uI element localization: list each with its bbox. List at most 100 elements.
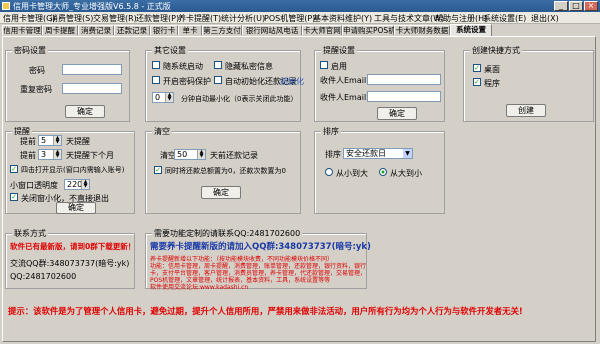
tab-card-manage[interactable]: 信用卡管理	[2, 25, 42, 35]
clear-group: 清空 清空 50 ▲ ▼ 天前还款记录 ✓ 同时将还款总额置为0，还款次数置为0 确…	[145, 126, 301, 214]
close-minimize-checkbox[interactable]: ✓	[10, 193, 18, 201]
remind-next-prefix: 提前	[20, 151, 36, 160]
remind-next-value: 3	[41, 150, 47, 159]
transparency-label: 小窗口透明度	[10, 181, 58, 190]
remind-confirm-button[interactable]: 确定	[56, 202, 96, 214]
menu-help[interactable]: 帮助与注册(H)	[435, 13, 487, 24]
forum-link[interactable]: 软件使用交流论坛:www.kadashi.cn	[150, 282, 248, 291]
tab-system-settings[interactable]: 系统设置	[450, 24, 492, 36]
password-label: 密码	[29, 66, 45, 75]
tab-strip: 信用卡管理 周卡提醒 消费记录 还款记录 银行卡 单卡 第三方支付 银行网站风电…	[2, 24, 598, 36]
reminder-enable-checkbox[interactable]	[320, 61, 328, 69]
chevron-down-icon[interactable]: ▼	[403, 149, 412, 158]
transparency-value: 220	[67, 180, 83, 189]
spinner-arrows-icon[interactable]: ▲ ▼	[53, 150, 61, 159]
shortcut-group-title: 创建快捷方式	[470, 45, 522, 56]
sort-asc-radio[interactable]	[325, 168, 333, 176]
menu-remind[interactable]: 养卡提醒(T)	[178, 13, 221, 24]
password-protect-checkbox[interactable]	[152, 76, 160, 84]
clear-group-title: 清空	[152, 126, 172, 137]
tab-weekly-remind[interactable]: 周卡提醒	[42, 25, 78, 35]
hide-privacy-label: 隐藏私密信息	[225, 62, 273, 71]
auto-minimize-spinner[interactable]: 0 ▲ ▼	[152, 92, 174, 103]
reset-total-label: 同时将还款总额置为0，还款次数置为0	[165, 167, 286, 175]
menu-settings[interactable]: 系统设置(E)	[483, 13, 526, 24]
sort-asc-label: 从小到大	[336, 169, 368, 178]
program-checkbox[interactable]: ✓	[473, 78, 481, 86]
menu-exit[interactable]: 退出(X)	[531, 13, 559, 24]
auto-record-checkbox[interactable]	[214, 76, 222, 84]
email2-input[interactable]	[367, 91, 441, 102]
custom-feature-group: 需要功能定制的请联系QQ:2481702600 需要养卡提醒新版的请加入QQ群:…	[145, 228, 371, 291]
show-window-checkbox[interactable]: ✓	[10, 165, 18, 173]
repeat-password-input[interactable]	[62, 83, 122, 94]
shortcut-group: 创建快捷方式 ✓ 桌面 ✓ 程序 创建	[463, 45, 594, 122]
tab-consume-record[interactable]: 消费记录	[78, 25, 114, 35]
other-settings-group: 其它设置 随系统启动 隐藏私密信息 开启密码保护 自动初始化还款记录 初始化 0…	[145, 45, 304, 122]
spinner-arrows-icon[interactable]: ▲ ▼	[165, 93, 173, 102]
tab-official-site[interactable]: 卡大师官网	[302, 25, 342, 35]
password-confirm-button[interactable]: 确定	[65, 105, 105, 118]
other-group-title: 其它设置	[152, 45, 188, 56]
qq-label: QQ:2481702600	[10, 272, 77, 281]
tab-bank-web[interactable]: 银行网站风电话	[242, 25, 302, 35]
remind-next-spinner[interactable]: 3 ▲ ▼	[38, 149, 62, 160]
sort-select[interactable]: 安全还款日 ▼	[343, 148, 413, 159]
startup-checkbox[interactable]	[152, 61, 160, 69]
menu-pos[interactable]: POS机管理(P)	[264, 13, 315, 24]
sort-desc-label: 从大到小	[390, 169, 422, 178]
footer-warning: 提示：该软件是为了管理个人信用卡，避免过期，提升个人信用所用，严禁用来做非法活动…	[8, 306, 523, 316]
email1-input[interactable]	[367, 74, 441, 85]
repeat-password-label: 重复密码	[20, 85, 52, 94]
desktop-checkbox[interactable]: ✓	[473, 64, 481, 72]
contact-group: 联系方式 软件已有最新版，请到0群下载更新！ 交流QQ群:348073737(暗…	[5, 228, 135, 289]
remind-days-prefix: 提前	[20, 137, 36, 146]
tab-third-pay[interactable]: 第三方支付	[202, 25, 242, 35]
reminder-confirm-button[interactable]: 确定	[377, 107, 417, 120]
password-group-title: 密码设置	[12, 45, 48, 56]
clear-confirm-button[interactable]: 确定	[201, 186, 241, 199]
password-group: 密码设置 密码 重复密码 确定	[5, 45, 130, 122]
spinner-arrows-icon[interactable]: ▲ ▼	[81, 180, 89, 189]
desktop-label: 桌面	[484, 65, 500, 74]
remind-days-suffix: 天提醒	[66, 137, 90, 146]
menu-tools[interactable]: 工具与技术文章(W)	[374, 13, 444, 24]
menu-repay[interactable]: 还款管理(P)	[136, 13, 179, 24]
menu-card-manage[interactable]: 信用卡管理(G)	[3, 13, 55, 24]
menu-stats[interactable]: 统计分析(U)	[221, 13, 265, 24]
tab-repay-record[interactable]: 还款记录	[114, 25, 150, 35]
menu-bar: 信用卡管理(G) 消费管理(S) 交易管理(R) 还款管理(P) 养卡提醒(T)…	[0, 12, 600, 24]
create-shortcut-button[interactable]: 创建	[506, 104, 546, 117]
tab-finance-data[interactable]: 卡大师财务数据	[394, 25, 450, 35]
menu-consume[interactable]: 消费管理(S)	[50, 13, 93, 24]
minimize-button[interactable]: _	[554, 1, 568, 11]
reminder-enable-label: 启用	[331, 62, 347, 71]
reset-total-checkbox[interactable]: ✓	[154, 166, 162, 174]
hide-privacy-checkbox[interactable]	[214, 61, 222, 69]
title-bar: 信用卡管理大师_专业增强版V6.5.8 - 正式版 _ □ ×	[0, 0, 600, 12]
clear-days-spinner[interactable]: 50 ▲ ▼	[174, 149, 206, 160]
init-link[interactable]: 初始化	[280, 76, 304, 87]
remind-next-suffix: 天提醒下个月	[66, 151, 114, 160]
reminder-group-title: 提醒设置	[321, 45, 357, 56]
spinner-arrows-icon[interactable]: ▲ ▼	[197, 150, 205, 159]
auto-minimize-value: 0	[155, 93, 161, 102]
tab-bank-card[interactable]: 银行卡	[150, 25, 178, 35]
show-window-label: 四击打开显示(窗口内需输入账号)	[21, 166, 125, 174]
menu-trade[interactable]: 交易管理(R)	[93, 13, 137, 24]
transparency-spinner[interactable]: 220 ▲ ▼	[64, 179, 90, 190]
qq-group-label: 交流QQ群:348073737(暗号:yk)	[10, 259, 130, 268]
close-button[interactable]: ×	[584, 1, 598, 11]
spinner-arrows-icon[interactable]: ▲ ▼	[53, 136, 61, 145]
maximize-button[interactable]: □	[569, 1, 583, 11]
menu-base[interactable]: 基本资料维护(Y)	[313, 13, 372, 24]
password-input[interactable]	[62, 64, 122, 75]
tab-single-card[interactable]: 单卡	[178, 25, 202, 35]
sort-select-value: 安全还款日	[346, 149, 386, 158]
remind-days-spinner[interactable]: 5 ▲ ▼	[38, 135, 62, 146]
startup-label: 随系统启动	[163, 62, 203, 71]
tab-buy-pos[interactable]: 申请购买POS机	[342, 25, 396, 35]
sort-desc-radio[interactable]	[379, 168, 387, 176]
clear-days-value: 50	[177, 150, 188, 159]
clear-days-suffix: 天前还款记录	[210, 151, 258, 160]
